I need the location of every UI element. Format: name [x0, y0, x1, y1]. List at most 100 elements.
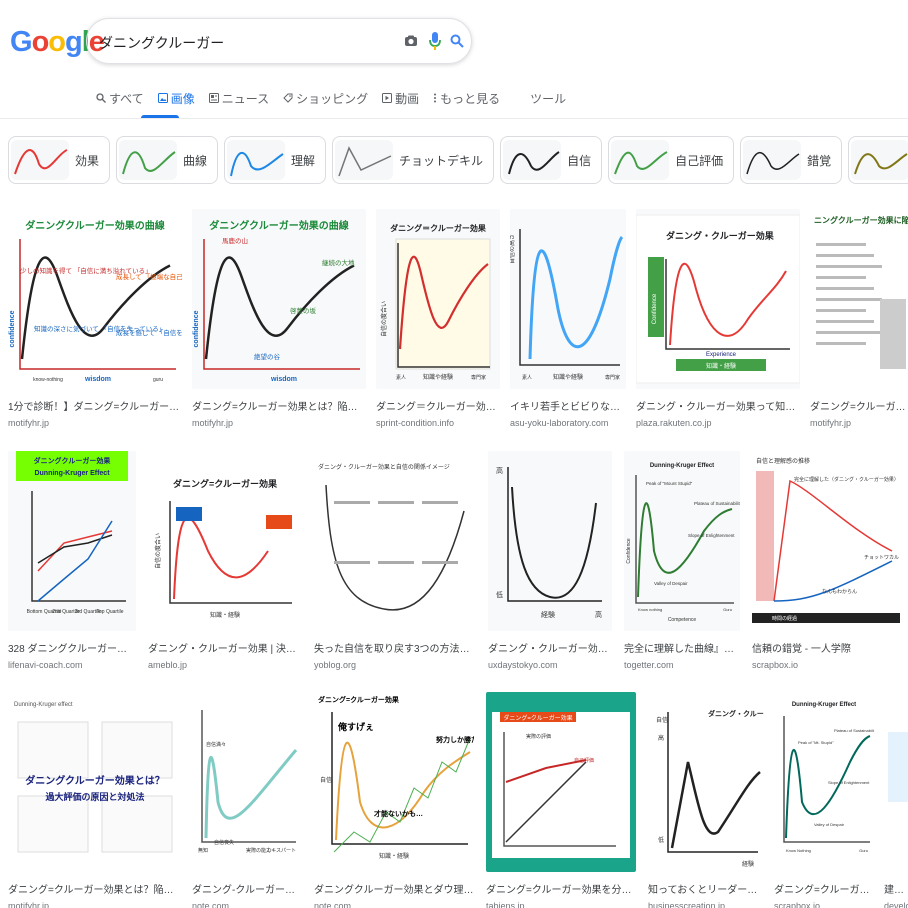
image-result[interactable]: ダニング・クルーガー効果自信高低経験知っておくとリーダーのアドバイ… busine…: [648, 692, 764, 908]
result-title[interactable]: イキリ若手とビビりな中堅】ダニ…: [510, 401, 626, 414]
result-source[interactable]: yoblog.org: [314, 659, 476, 671]
image-result[interactable]: 自信の高さ知識や経験 素人 専門家イキリ若手とビビりな中堅】ダニ… asu-yoku-…: [510, 209, 626, 429]
image-result[interactable]: Dunning-Kruger Effect Confidence Competenc…: [624, 451, 740, 671]
result-thumbnail[interactable]: ダニングクルーガー効果 Dunning-Kruger Effect Bottom Q…: [8, 451, 136, 631]
image-text: Peak of "Mount Stupid": [646, 481, 693, 486]
result-thumbnail[interactable]: Dunning-Kruger effect ダニングクルーガー効果とは？ 過大評価の…: [8, 692, 182, 872]
result-title[interactable]: ダニング=クルーガー効果を分かりやすく解…: [486, 884, 636, 897]
image-result[interactable]: 自信満々自信喪失無知実際の能力エキスパートダニング-クルーガー効果】聞道… not…: [192, 692, 302, 908]
related-chip[interactable]: チョットデキル: [332, 136, 495, 184]
image-result[interactable]: Dunning-Kruger effect ダニングクルーガー効果とは？ 過大評価の…: [8, 692, 182, 908]
related-chip[interactable]: 自信: [500, 136, 603, 184]
result-thumbnail[interactable]: ダニング＝クルーガー効果 自信の度合い 知識や経験 素人 専門家: [376, 209, 500, 389]
result-title[interactable]: 知っておくとリーダーのアドバイ…: [648, 884, 764, 897]
result-title[interactable]: 信頼の錯覚 - 一人学際: [752, 643, 900, 656]
result-thumbnail[interactable]: 高低経験高: [488, 451, 612, 631]
image-result[interactable]: Dunning-Kruger Effect Peak of "Mt. Stupid…: [774, 692, 874, 908]
tab-videos[interactable]: 動画: [382, 88, 419, 108]
result-thumbnail[interactable]: Dunning-Kruger Effect Peak of "Mt. Stupid…: [774, 692, 874, 872]
result-title[interactable]: 失った自信を取り戻す3つの方法【ダニング・ク…: [314, 643, 476, 656]
result-source[interactable]: plaza.rakuten.co.jp: [636, 417, 800, 429]
tab-news[interactable]: ニュース: [208, 88, 269, 108]
result-thumbnail[interactable]: 自信満々 自信喪失 無知 実際の能力 エキスパート: [192, 692, 302, 872]
image-result[interactable]: ダニング・クルーガー効果と自信の関係イメージ失った自信を取り戻す3つの方法【ダニ…: [314, 451, 476, 671]
result-thumbnail[interactable]: ダニング・クルーガー効果 Confidence Experience 知識・経験: [636, 209, 800, 389]
image-result[interactable]: ダニングクルーガー効果の曲線 少しの知識を得て 「自信に満ち溢れている」 成長して …: [8, 209, 182, 429]
result-title[interactable]: 1分で診断！】ダニング=クルーガー効果 | エンゲー…: [8, 401, 182, 414]
result-title[interactable]: ダニング・クルーガー効果って知っていますか…: [636, 401, 800, 414]
tab-images[interactable]: 画像: [157, 88, 195, 108]
image-text: Dunning-Kruger Effect: [34, 470, 110, 477]
microphone-icon[interactable]: [425, 31, 445, 51]
result-title[interactable]: 328 ダニングクルーガー効果：LIFENA…: [8, 643, 136, 656]
search-icon[interactable]: [447, 31, 467, 51]
result-source[interactable]: asu-yoku-laboratory.com: [510, 417, 626, 429]
result-source[interactable]: togetter.com: [624, 659, 740, 671]
result-source[interactable]: scrapbox.io: [774, 900, 874, 908]
result-source[interactable]: scrapbox.io: [752, 659, 900, 671]
result-title[interactable]: ダニングクルーガー効果とダウ理論｜牛心。| no…: [314, 884, 474, 897]
image-result[interactable]: ダニング=クルーガー効果 自信の度合い 知識・経験ダニング・クルーガー効果 | 決ま…: [148, 451, 302, 671]
result-thumbnail[interactable]: 自信の高さ 知識や経験 素人 専門家: [510, 209, 626, 389]
result-source[interactable]: motifyhr.jp: [8, 900, 182, 908]
image-result[interactable]: ニングクルーガー効果に陥りやすいダニング=クルーガー効果とは？ motifyhr.…: [810, 209, 908, 429]
result-title[interactable]: ダニング=クルーガー効果とは？陥りやすい人の特徴…: [192, 401, 366, 414]
result-title[interactable]: ダニング=クルーガー効果とは？陥りやすい人の特徴…: [8, 884, 182, 897]
result-source[interactable]: develop: [884, 900, 908, 908]
result-source[interactable]: uxdaystokyo.com: [488, 659, 612, 671]
image-result[interactable]: ダニングクルーガー効果 Dunning-Kruger Effect Bottom Q…: [8, 451, 136, 671]
result-thumbnail[interactable]: Dunning-Kruger Effect Confidence Competenc…: [624, 451, 740, 631]
tab-more[interactable]: もっと見る: [433, 88, 500, 108]
image-result[interactable]: ダニングクルーガー効果の曲線 馬鹿の山 啓蒙の坂 継続の大地 絶望の谷 confidenc…: [192, 209, 366, 429]
chart-axes: [31, 491, 126, 602]
result-source[interactable]: motifyhr.jp: [8, 417, 182, 429]
result-source[interactable]: note.com: [192, 900, 302, 908]
tools-button[interactable]: ツール: [530, 88, 566, 108]
related-chip[interactable]: 効果: [8, 136, 111, 184]
result-thumbnail[interactable]: ニングクルーガー効果に陥りやすい: [810, 209, 908, 389]
result-thumbnail[interactable]: ダニング=クルーガー効果 実際の評価 自己評価: [486, 692, 636, 872]
result-thumbnail[interactable]: ダニング・クルーガー効果と自信の関係イメージ: [314, 451, 476, 631]
image-result[interactable]: ダニング・クルーガー効果 Confidence Experience 知識・経験ダニン…: [636, 209, 800, 429]
result-source[interactable]: motifyhr.jp: [192, 417, 366, 429]
related-chip[interactable]: dunning kruger effect: [848, 136, 908, 184]
image-result[interactable]: ダニング＝クルーガー効果 自信の度合い 知識や経験 素人 専門家ダニング＝クルーガー効果…: [376, 209, 500, 429]
tab-shopping[interactable]: ショッピング: [283, 88, 368, 108]
search-input[interactable]: ダニングクルーガー: [99, 33, 224, 53]
result-source[interactable]: note.com: [314, 900, 474, 908]
result-title[interactable]: ダニング＝クルーガー効果[知識と思…: [376, 401, 500, 414]
result-title[interactable]: ダニング・クルーガー効果 | 決まず止まらず…: [148, 643, 302, 656]
image-result[interactable]: 建設的 develop: [884, 692, 908, 908]
result-thumbnail[interactable]: ダニングクルーガー効果の曲線 馬鹿の山 啓蒙の坂 継続の大地 絶望の谷 confidenc…: [192, 209, 366, 389]
camera-icon[interactable]: [401, 31, 421, 51]
result-source[interactable]: tabiens.jp: [486, 900, 636, 908]
result-source[interactable]: ameblo.jp: [148, 659, 302, 671]
result-title[interactable]: ダニング-クルーガー効果】聞道…: [192, 884, 302, 897]
result-title[interactable]: ダニング=クルーガー効果とは？: [810, 401, 908, 414]
related-chip[interactable]: 錯覚: [740, 136, 843, 184]
result-thumbnail[interactable]: ダニング・クルーガー効果自信高低経験: [648, 692, 764, 872]
related-chip[interactable]: 自己評価: [608, 136, 735, 184]
tab-all[interactable]: すべて: [96, 88, 144, 108]
image-result[interactable]: 自信と理解感の推移 完全に理解した（ダニング・クルーガー効果） チョットワカル なんも…: [752, 451, 900, 671]
related-chip[interactable]: 理解: [224, 136, 327, 184]
result-source[interactable]: lifenavi-coach.com: [8, 659, 136, 671]
result-title[interactable]: 完全に理解した曲線』ことダニン…: [624, 643, 740, 656]
result-source[interactable]: businesscreation.jp: [648, 900, 764, 908]
related-chip[interactable]: 曲線: [116, 136, 219, 184]
search-box[interactable]: ダニングクルーガー: [86, 18, 472, 64]
result-source[interactable]: sprint-condition.info: [376, 417, 500, 429]
result-title[interactable]: ダニング=クルーガー効果 - bl…: [774, 884, 874, 897]
result-thumbnail[interactable]: 自信と理解感の推移 完全に理解した（ダニング・クルーガー効果） チョットワカル なんも…: [752, 451, 900, 631]
result-title[interactable]: 建設的: [884, 884, 908, 897]
result-thumbnail[interactable]: ダニングクルーガー効果の曲線 少しの知識を得て 「自信に満ち溢れている」 成長して …: [8, 209, 182, 389]
result-source[interactable]: motifyhr.jp: [810, 417, 908, 429]
image-result[interactable]: ダニング=クルーガー効果実際の評価自己評価ダニング=クルーガー効果を分かりやすく…: [486, 692, 636, 908]
result-thumbnail[interactable]: ダニング=クルーガー効果 自信の度合い 知識・経験: [148, 451, 302, 631]
result-thumbnail[interactable]: ダニング=クルーガー効果俺すげぇ努力しか勝たん才能ないかも… 自信知識・経験: [314, 692, 474, 872]
image-result[interactable]: ダニング=クルーガー効果俺すげぇ努力しか勝たん才能ないかも… 自信知識・経験ダニン…: [314, 692, 474, 908]
result-thumbnail[interactable]: [884, 692, 908, 872]
image-result[interactable]: 高低経験高ダニング・クルーガー効果 | UX TIMES uxdaystokyo.…: [488, 451, 612, 671]
result-title[interactable]: ダニング・クルーガー効果 | UX TIMES: [488, 643, 612, 656]
search-tabs: すべて 画像 ニュース ショッピング 動画 もっと見る ツール: [96, 88, 566, 114]
